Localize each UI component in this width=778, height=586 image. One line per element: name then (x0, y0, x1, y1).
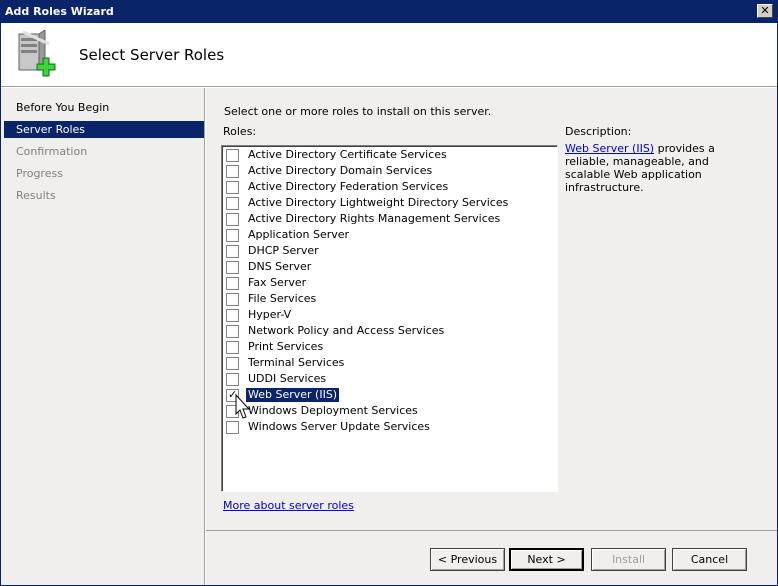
previous-button[interactable]: < Previous (430, 548, 505, 571)
role-label: Active Directory Certificate Services (248, 148, 447, 161)
step-server-roles[interactable]: Server Roles (4, 121, 204, 138)
install-button: Install (591, 548, 666, 571)
next-button[interactable]: Next > (509, 548, 584, 571)
description-link[interactable]: Web Server (IIS) (565, 142, 654, 155)
role-checkbox[interactable] (226, 357, 239, 370)
mouse-cursor-icon (235, 394, 251, 419)
description-text: Web Server (IIS) provides a reliable, ma… (565, 142, 755, 194)
role-label: UDDI Services (248, 372, 327, 385)
role-checkbox[interactable] (226, 277, 239, 290)
role-checkbox[interactable] (226, 309, 239, 322)
wizard-steps-sidebar: Before You Begin Server Roles Confirmati… (1, 88, 205, 585)
role-checkbox[interactable] (226, 293, 239, 306)
roles-label: Roles: (223, 125, 257, 138)
server-add-icon (18, 30, 56, 77)
cancel-button[interactable]: Cancel (672, 548, 747, 571)
role-label: Active Directory Lightweight Directory S… (248, 196, 509, 209)
role-checkbox[interactable] (226, 181, 239, 194)
wizard-footer: < Previous Next > Install Cancel (206, 530, 777, 585)
role-label: Active Directory Rights Management Servi… (248, 212, 501, 225)
role-label: Windows Deployment Services (248, 404, 418, 417)
step-progress: Progress (16, 167, 63, 180)
role-label: DNS Server (248, 260, 312, 273)
role-label: Web Server (IIS) (244, 387, 341, 403)
role-checkbox[interactable] (226, 213, 239, 226)
role-label: File Services (248, 292, 317, 305)
role-label: Terminal Services (248, 356, 345, 369)
window-title: Add Roles Wizard (5, 5, 114, 18)
role-label: Active Directory Federation Services (248, 180, 449, 193)
instruction-text: Select one or more roles to install on t… (224, 105, 492, 118)
roles-list[interactable]: Active Directory Certificate Services Ac… (221, 145, 558, 492)
add-roles-wizard-window: Add Roles Wizard ✕ Select Server Roles B… (0, 0, 778, 586)
step-confirmation: Confirmation (16, 145, 88, 158)
role-label: Network Policy and Access Services (248, 324, 445, 337)
wizard-header: Select Server Roles (1, 23, 777, 87)
role-checkbox[interactable] (226, 421, 239, 434)
page-title: Select Server Roles (79, 46, 225, 64)
role-checkbox[interactable] (226, 165, 239, 178)
role-label: Print Services (248, 340, 324, 353)
role-checkbox[interactable] (226, 261, 239, 274)
role-checkbox[interactable] (226, 197, 239, 210)
role-label: Application Server (248, 228, 350, 241)
role-checkbox[interactable] (226, 325, 239, 338)
role-checkbox[interactable] (226, 245, 239, 258)
role-label: Active Directory Domain Services (248, 164, 433, 177)
role-label: Hyper-V (248, 308, 292, 321)
title-bar[interactable]: Add Roles Wizard ✕ (1, 1, 777, 23)
role-checkbox[interactable] (226, 341, 239, 354)
role-checkbox[interactable] (226, 373, 239, 386)
step-results: Results (16, 189, 56, 202)
description-label: Description: (565, 125, 632, 138)
close-button[interactable]: ✕ (757, 4, 773, 18)
main-content: Select one or more roles to install on t… (206, 88, 777, 530)
role-checkbox[interactable] (226, 229, 239, 242)
step-before-you-begin[interactable]: Before You Begin (4, 99, 204, 116)
role-label: Fax Server (248, 276, 307, 289)
role-checkbox[interactable] (226, 149, 239, 162)
more-about-roles-link[interactable]: More about server roles (223, 499, 354, 512)
role-label: DHCP Server (248, 244, 319, 257)
role-label: Windows Server Update Services (248, 420, 430, 433)
